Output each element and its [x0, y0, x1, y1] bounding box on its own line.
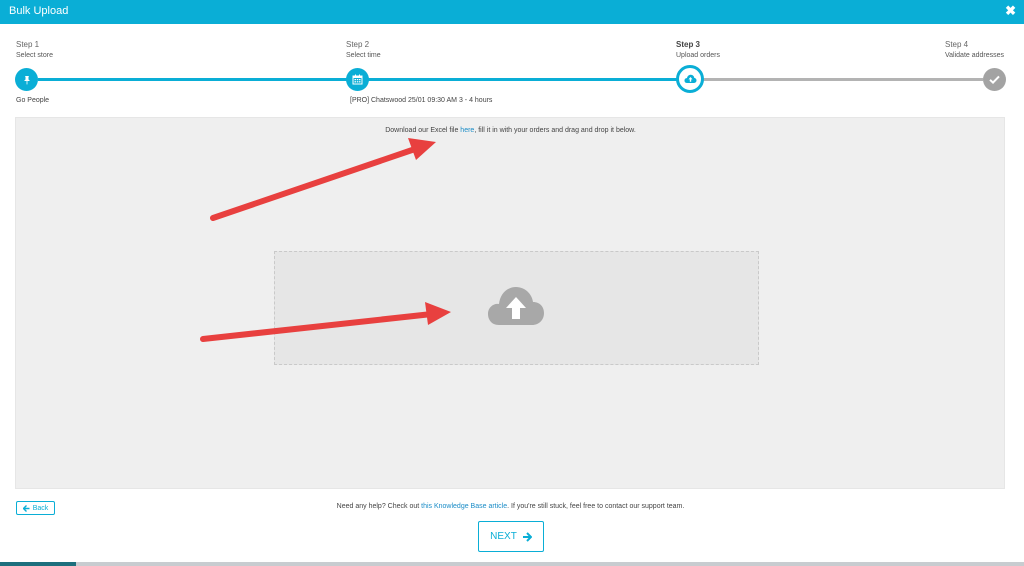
help-prefix: Need any help? Check out — [336, 503, 422, 510]
annotation-arrows — [200, 138, 451, 342]
help-suffix: . If you're still stuck, feel free to co… — [507, 503, 685, 510]
bottom-strip-right — [76, 562, 1024, 566]
annotation-arrow-top — [210, 138, 436, 221]
annotation-arrow-bottom — [200, 302, 451, 342]
bottom-strip — [0, 562, 76, 566]
next-button[interactable]: NEXT — [478, 521, 544, 552]
bulk-upload-modal: Bulk Upload ✖ Step 1 Select store Go Peo… — [0, 0, 1024, 566]
next-button-label: NEXT — [490, 531, 517, 542]
arrow-right-icon — [522, 531, 532, 542]
knowledge-base-link[interactable]: this Knowledge Base article — [421, 503, 507, 510]
help-text: Need any help? Check out this Knowledge … — [0, 503, 1021, 510]
